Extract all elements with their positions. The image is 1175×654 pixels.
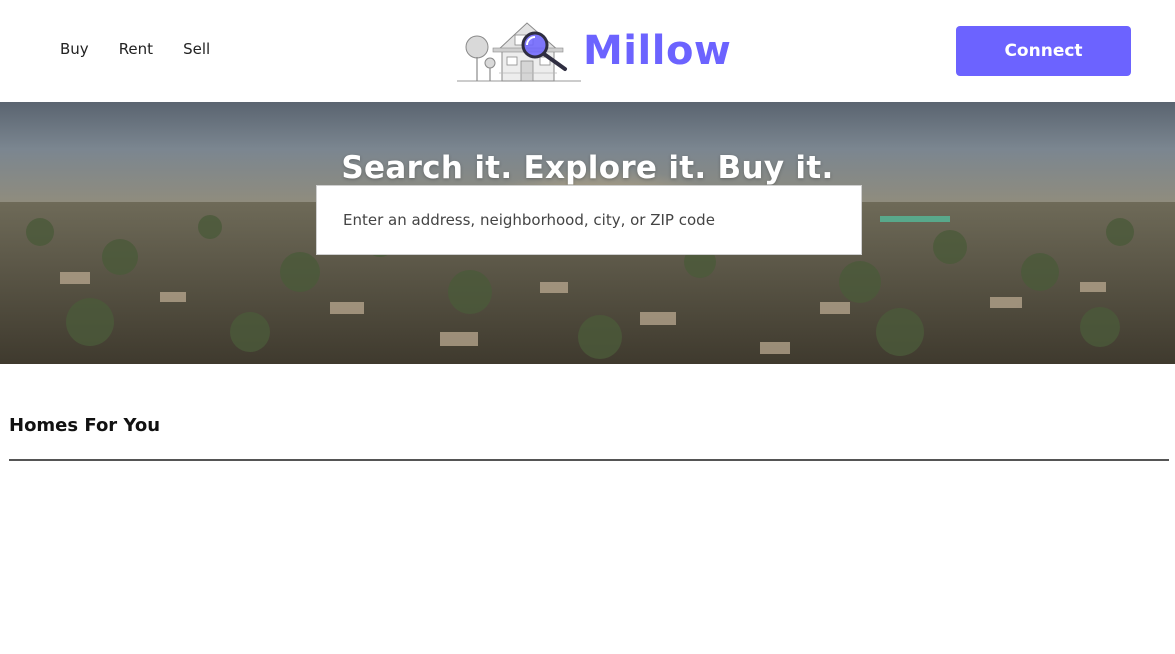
nav-sell-link[interactable]: Sell [183,40,210,58]
search-input[interactable] [316,185,862,255]
house-magnifier-icon [457,22,581,82]
brand-name: Millow [583,28,732,74]
nav-rent-link[interactable]: Rent [119,40,153,58]
homes-section-title: Homes For You [9,415,161,436]
logo[interactable]: Millow [455,16,735,86]
nav-buy-link[interactable]: Buy [60,40,89,58]
site-header: Buy Rent Sell Millow Connect [0,0,1175,102]
connect-button[interactable]: Connect [956,26,1131,76]
hero-title: Search it. Explore it. Buy it. [341,150,834,186]
hero-banner: Search it. Explore it. Buy it. [0,102,1175,364]
main-nav: Buy Rent Sell [60,40,210,58]
section-divider [9,459,1169,461]
